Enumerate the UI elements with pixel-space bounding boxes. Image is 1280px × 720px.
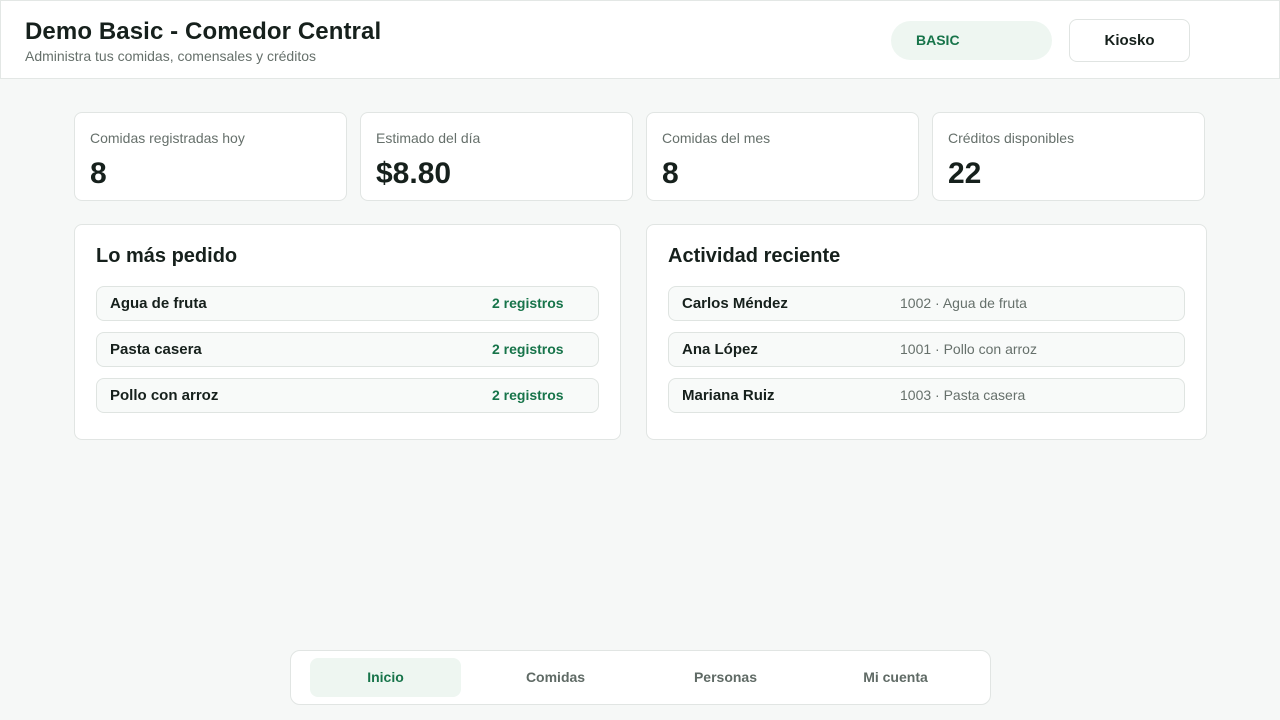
stat-label: Comidas registradas hoy: [90, 130, 245, 146]
panel-title: Lo más pedido: [96, 245, 238, 267]
stat-label: Estimado del día: [376, 130, 481, 146]
item-count: 2 registros: [492, 341, 564, 357]
plan-badge: BASIC: [891, 21, 1052, 60]
activity-row: Ana López 1001 · Pollo con arroz: [668, 332, 1185, 367]
bottom-nav: Inicio Comidas Personas Mi cuenta: [290, 650, 991, 705]
person-name: Ana López: [682, 341, 758, 358]
stat-label: Créditos disponibles: [948, 130, 1075, 146]
tab-comidas[interactable]: Comidas: [480, 658, 631, 697]
page-subtitle: Administra tus comidas, comensales y cré…: [25, 48, 316, 64]
activity-detail: 1003 · Pasta casera: [900, 387, 1026, 403]
stat-label: Comidas del mes: [662, 130, 771, 146]
stat-value: $8.80: [376, 157, 452, 190]
kiosk-button[interactable]: Kiosko: [1069, 19, 1190, 62]
item-name: Agua de fruta: [110, 295, 207, 312]
item-count: 2 registros: [492, 387, 564, 403]
page-title: Demo Basic - Comedor Central: [25, 18, 382, 45]
tab-inicio[interactable]: Inicio: [310, 658, 461, 697]
tab-personas[interactable]: Personas: [650, 658, 801, 697]
stat-value: 8: [662, 157, 679, 190]
person-name: Mariana Ruiz: [682, 387, 775, 404]
person-name: Carlos Méndez: [682, 295, 788, 312]
stat-card-month-meals: Comidas del mes 8: [646, 112, 919, 201]
stat-value: 22: [948, 157, 982, 190]
tab-mi-cuenta[interactable]: Mi cuenta: [820, 658, 971, 697]
stat-card-daily-estimate: Estimado del día $8.80: [360, 112, 633, 201]
list-item: Agua de fruta 2 registros: [96, 286, 599, 321]
item-name: Pasta casera: [110, 341, 202, 358]
activity-row: Carlos Méndez 1002 · Agua de fruta: [668, 286, 1185, 321]
item-name: Pollo con arroz: [110, 387, 219, 404]
stat-value: 8: [90, 157, 107, 190]
top-bar: Demo Basic - Comedor Central Administra …: [0, 0, 1280, 79]
activity-detail: 1002 · Agua de fruta: [900, 295, 1027, 311]
recent-activity-panel: Actividad reciente Carlos Méndez 1002 · …: [646, 224, 1207, 440]
stat-card-meals-today: Comidas registradas hoy 8: [74, 112, 347, 201]
list-item: Pollo con arroz 2 registros: [96, 378, 599, 413]
top-ordered-panel: Lo más pedido Agua de fruta 2 registros …: [74, 224, 621, 440]
activity-detail: 1001 · Pollo con arroz: [900, 341, 1037, 357]
panel-title: Actividad reciente: [668, 245, 841, 267]
stat-card-credits: Créditos disponibles 22: [932, 112, 1205, 201]
item-count: 2 registros: [492, 295, 564, 311]
list-item: Pasta casera 2 registros: [96, 332, 599, 367]
activity-row: Mariana Ruiz 1003 · Pasta casera: [668, 378, 1185, 413]
